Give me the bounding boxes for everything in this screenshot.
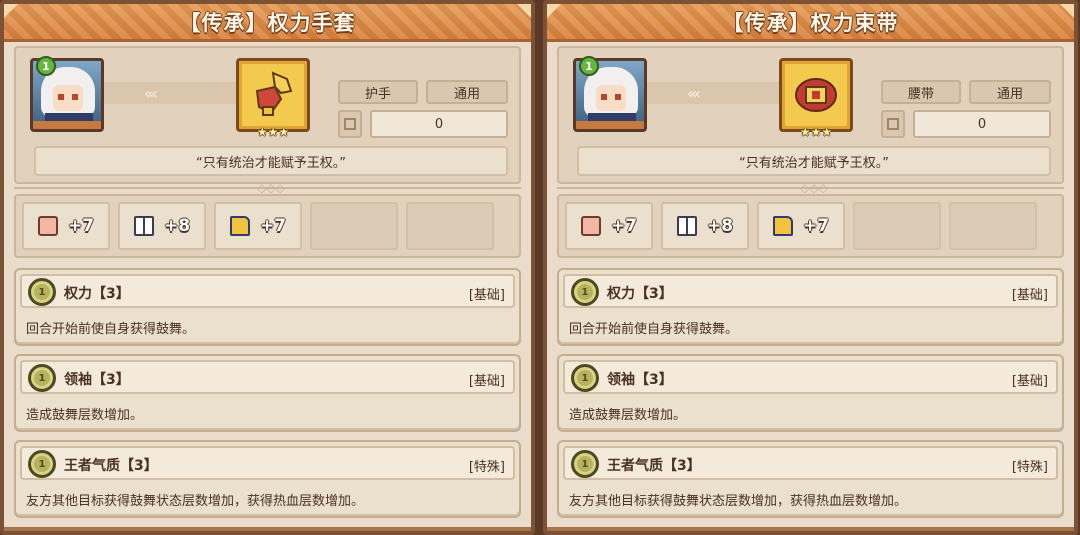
stat-slot: +7 (214, 202, 302, 250)
bottom-border (547, 527, 1074, 531)
stat-slot: +7 (565, 202, 653, 250)
skill-type: [基础] (468, 288, 505, 303)
item-card-gauntlet: 【传承】权力手套 1 ‹‹‹ ★★★ 护手 通用 0 “只有统治才能赋予王权。”… (0, 0, 535, 535)
stat-panel: +7 +8 +7 (557, 194, 1064, 258)
fist-icon (37, 216, 58, 236)
socket-icon (338, 110, 362, 138)
stat-value: +8 (706, 216, 734, 236)
class-tag: 通用 (969, 80, 1051, 104)
socket-value: 0 (370, 110, 508, 138)
book-icon (676, 216, 697, 236)
card-title: 【传承】权力束带 (722, 10, 899, 35)
stat-value: +8 (163, 216, 191, 236)
rarity-stars: ★★★ (256, 125, 290, 139)
stat-value: +7 (67, 216, 95, 236)
card-title-bar: 【传承】权力手套 (4, 4, 531, 42)
boot-icon (229, 216, 250, 236)
item-quote: “只有统治才能赋予王权。” (34, 146, 508, 176)
stat-slot: +7 (757, 202, 845, 250)
stat-slot: +7 (22, 202, 110, 250)
skill-entry[interactable]: 1 领袖【3】 [基础] 造成鼓舞层数增加。 (557, 354, 1064, 432)
empty-stat-slot (853, 202, 941, 250)
skill-header: 1 权力【3】 [基础] (20, 274, 515, 308)
corner-ornament (517, 4, 531, 18)
skill-description: 回合开始前使自身获得鼓舞。 (26, 322, 196, 337)
skill-entry[interactable]: 1 王者气质【3】 [特殊] 友方其他目标获得鼓舞状态层数增加，获得热血层数增加… (557, 440, 1064, 518)
skill-coin-icon: 1 (571, 278, 599, 306)
book-icon (133, 216, 154, 236)
bottom-border (4, 527, 531, 531)
skill-coin-icon: 1 (28, 450, 56, 478)
skill-type: [特殊] (468, 460, 505, 475)
skill-entry[interactable]: 1 权力【3】 [基础] 回合开始前使自身获得鼓舞。 (557, 268, 1064, 346)
slot-type-tag: 护手 (338, 80, 418, 104)
stat-value: +7 (610, 216, 638, 236)
skill-description: 造成鼓舞层数增加。 (26, 408, 144, 423)
skill-header: 1 领袖【3】 [基础] (20, 360, 515, 394)
skill-header: 1 王者气质【3】 [特殊] (20, 446, 515, 480)
corner-ornament (547, 4, 561, 18)
level-badge: 1 (36, 56, 56, 76)
gauntlet-icon[interactable] (236, 58, 310, 132)
item-card-belt: 【传承】权力束带 1 ‹‹‹ ★★★ 腰带 通用 0 “只有统治才能赋予王权。”… (543, 0, 1078, 535)
skill-type: [基础] (468, 374, 505, 389)
rarity-stars: ★★★ (799, 125, 833, 139)
skill-header: 1 权力【3】 [基础] (563, 274, 1058, 308)
fist-icon (580, 216, 601, 236)
skill-name: 权力【3】 (607, 286, 673, 302)
card-title-bar: 【传承】权力束带 (547, 4, 1074, 42)
skill-entry[interactable]: 1 领袖【3】 [基础] 造成鼓舞层数增加。 (14, 354, 521, 432)
skill-name: 王者气质【3】 (607, 458, 701, 474)
skill-type: [特殊] (1011, 460, 1048, 475)
card-title: 【传承】权力手套 (179, 10, 356, 35)
skill-coin-icon: 1 (571, 364, 599, 392)
skill-description: 友方其他目标获得鼓舞状态层数增加，获得热血层数增加。 (26, 494, 365, 509)
divider-ornament: ◇◇◇ (257, 181, 285, 195)
socket-value: 0 (913, 110, 1051, 138)
skill-name: 领袖【3】 (607, 372, 673, 388)
item-header-panel: 1 ‹‹‹ ★★★ 腰带 通用 0 “只有统治才能赋予王权。” (557, 46, 1064, 184)
skill-header: 1 领袖【3】 [基础] (563, 360, 1058, 394)
corner-ornament (1060, 4, 1074, 18)
skill-type: [基础] (1011, 288, 1048, 303)
skill-entry[interactable]: 1 王者气质【3】 [特殊] 友方其他目标获得鼓舞状态层数增加，获得热血层数增加… (14, 440, 521, 518)
skill-type: [基础] (1011, 374, 1048, 389)
skill-description: 友方其他目标获得鼓舞状态层数增加，获得热血层数增加。 (569, 494, 908, 509)
stat-panel: +7 +8 +7 (14, 194, 521, 258)
stat-value: +7 (259, 216, 287, 236)
slot-type-tag: 腰带 (881, 80, 961, 104)
skill-name: 权力【3】 (64, 286, 130, 302)
empty-stat-slot (949, 202, 1037, 250)
chevron-left-icon: ‹‹‹ (647, 82, 779, 104)
stat-value: +7 (802, 216, 830, 236)
skill-coin-icon: 1 (28, 278, 56, 306)
skill-name: 王者气质【3】 (64, 458, 158, 474)
corner-ornament (4, 4, 18, 18)
stat-slot: +8 (661, 202, 749, 250)
skill-entry[interactable]: 1 权力【3】 [基础] 回合开始前使自身获得鼓舞。 (14, 268, 521, 346)
empty-stat-slot (406, 202, 494, 250)
skill-coin-icon: 1 (571, 450, 599, 478)
class-tag: 通用 (426, 80, 508, 104)
stat-slot: +8 (118, 202, 206, 250)
skill-description: 回合开始前使自身获得鼓舞。 (569, 322, 739, 337)
skill-description: 造成鼓舞层数增加。 (569, 408, 687, 423)
skill-coin-icon: 1 (28, 364, 56, 392)
item-quote: “只有统治才能赋予王权。” (577, 146, 1051, 176)
level-badge: 1 (579, 56, 599, 76)
empty-stat-slot (310, 202, 398, 250)
belt-icon[interactable] (779, 58, 853, 132)
chevron-left-icon: ‹‹‹ (104, 82, 236, 104)
item-header-panel: 1 ‹‹‹ ★★★ 护手 通用 0 “只有统治才能赋予王权。” (14, 46, 521, 184)
skill-name: 领袖【3】 (64, 372, 130, 388)
skill-header: 1 王者气质【3】 [特殊] (563, 446, 1058, 480)
divider-ornament: ◇◇◇ (800, 181, 828, 195)
boot-icon (772, 216, 793, 236)
socket-icon (881, 110, 905, 138)
